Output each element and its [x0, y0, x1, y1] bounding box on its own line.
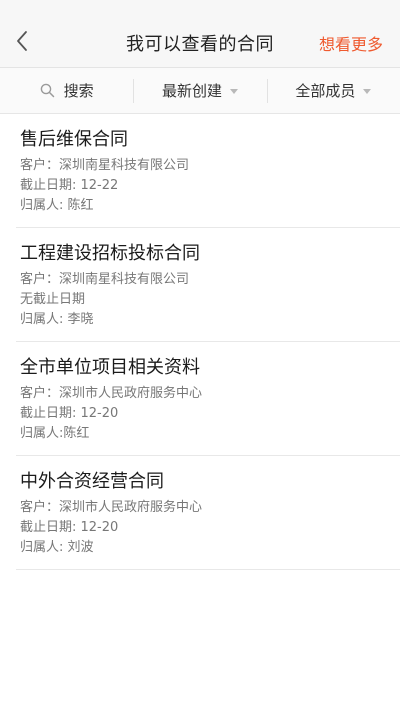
sort-label: 最新创建 [161, 82, 222, 100]
caret-down-icon [363, 89, 372, 94]
see-more-button[interactable]: 想看更多 [319, 31, 383, 55]
caret-down-icon [230, 89, 238, 94]
contract-customer: 客户：深圳南星科技有限公司 [20, 158, 190, 173]
contract-item[interactable]: 工程建设招标投标合同 客户：深圳南星科技有限公司 无截止日期 归属人: 李晓 [16, 228, 400, 342]
search-button[interactable]: 搜索 [0, 68, 133, 113]
contract-owner: 归属人: 李晓 [20, 312, 94, 327]
search-icon [40, 83, 55, 98]
filter-bar: 搜索 最新创建 全部成员 [0, 68, 400, 114]
members-label: 全部成员 [295, 82, 356, 100]
sort-dropdown[interactable]: 最新创建 [133, 68, 266, 113]
contract-customer: 客户：深圳南星科技有限公司 [20, 272, 190, 287]
contract-item[interactable]: 售后维保合同 客户：深圳南星科技有限公司 截止日期: 12-22 归属人: 陈红 [16, 114, 400, 228]
members-dropdown[interactable]: 全部成员 [266, 68, 400, 113]
contract-owner: 归属人: 刘波 [20, 540, 94, 555]
contract-name: 中外合资经营合同 [20, 471, 164, 492]
contract-list: 售后维保合同 客户：深圳南星科技有限公司 截止日期: 12-22 归属人: 陈红… [0, 114, 400, 570]
contract-deadline: 截止日期: 12-22 [20, 178, 119, 193]
contract-deadline: 截止日期: 12-20 [20, 520, 119, 535]
contract-name: 工程建设招标投标合同 [20, 243, 200, 264]
contract-customer: 客户：深圳市人民政府服务中心 [20, 500, 203, 515]
contract-customer: 客户：深圳市人民政府服务中心 [20, 386, 203, 401]
contract-item[interactable]: 全市单位项目相关资料 客户：深圳市人民政府服务中心 截止日期: 12-20 归属… [16, 342, 400, 456]
contract-item[interactable]: 中外合资经营合同 客户：深圳市人民政府服务中心 截止日期: 12-20 归属人:… [16, 456, 400, 570]
contract-name: 全市单位项目相关资料 [20, 357, 200, 378]
contract-deadline: 无截止日期 [20, 292, 86, 307]
navigation-bar: 我可以查看的合同 想看更多 [0, 0, 400, 68]
contract-owner: 归属人:陈红 [20, 426, 90, 441]
contract-deadline: 截止日期: 12-20 [20, 406, 119, 421]
search-label: 搜索 [63, 82, 94, 100]
contract-owner: 归属人: 陈红 [20, 198, 94, 213]
contract-name: 售后维保合同 [20, 129, 128, 150]
